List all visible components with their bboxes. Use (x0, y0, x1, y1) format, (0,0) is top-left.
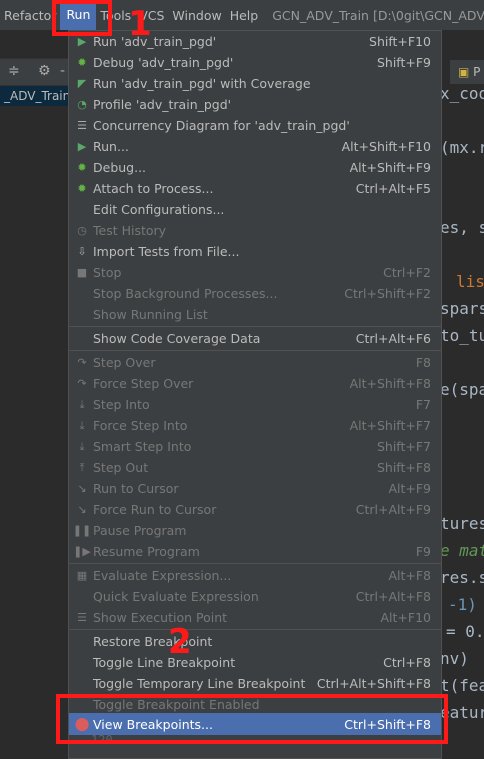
import-icon: ⇩ (77, 245, 87, 258)
annotation-box-run-menu (52, 0, 112, 36)
resume-icon: ❚▶ (73, 545, 91, 558)
annotation-number-2: 2 (168, 622, 192, 662)
stop-icon: ■ (76, 266, 88, 279)
python-file-icon: ▣ (458, 65, 470, 79)
code-line: t(fea (440, 676, 484, 695)
menu-item-step-out[interactable]: ⤒ Step Out Shift+F8 (69, 457, 441, 478)
step-out-icon: ⤒ (79, 460, 85, 474)
menu-item-restore-breakpoint[interactable]: Restore Breakpoint (69, 631, 441, 652)
menu-item-debug[interactable]: ✹ Debug... Alt+Shift+F9 (69, 157, 441, 178)
gear-icon[interactable]: ⚙ (38, 63, 51, 79)
menu-item-debug-config[interactable]: ✹ Debug 'adv_train_pgd' Shift+F9 (69, 52, 441, 73)
code-line: e(spa (440, 380, 484, 399)
menu-item-test-history[interactable]: ◷ Test History (69, 220, 441, 241)
smart-step-into-icon: ⤓ (79, 439, 85, 453)
code-line: tures (440, 514, 484, 533)
menu-item-stop[interactable]: ■ Stop Ctrl+F2 (69, 262, 441, 283)
code-line: lis (456, 272, 484, 291)
menu-item-attach[interactable]: ✹ Attach to Process... Ctrl+Alt+F5 (69, 178, 441, 199)
menu-item-import-tests[interactable]: ⇩ Import Tests from File... (69, 241, 441, 262)
menu-item-edit-configurations[interactable]: Edit Configurations... (69, 199, 441, 220)
step-into-icon: ⤓ (79, 397, 85, 411)
menu-separator (69, 350, 441, 351)
window-title: GCN_ADV_Train [D:\0git\GCN_ADV (272, 7, 484, 23)
debug-icon: ✹ (77, 161, 87, 174)
code-line: es, s (440, 218, 484, 237)
force-step-into-icon: ⤓ (79, 418, 85, 432)
editor-tab[interactable]: ▣ P (450, 60, 484, 84)
menu-item-pause-program[interactable]: ❚❚ Pause Program (69, 520, 441, 541)
run-to-cursor-icon: ↘ (77, 482, 87, 495)
concurrency-icon: ☰ (77, 119, 87, 132)
code-line: spars (440, 299, 484, 318)
execution-point-icon: ☰ (77, 611, 87, 624)
menu-item-profile[interactable]: ◔ Profile 'adv_train_pgd' (69, 94, 441, 115)
menu-help[interactable]: Help (226, 8, 263, 23)
menu-item-smart-step-into[interactable]: ⤓ Smart Step Into Shift+F7 (69, 436, 441, 457)
code-line: nv) (440, 649, 469, 668)
code-line: -1) (448, 595, 477, 614)
menu-item-step-into[interactable]: ⤓ Step Into F7 (69, 394, 441, 415)
code-line: res.s (440, 568, 484, 587)
menu-item-concurrency[interactable]: ☰ Concurrency Diagram for 'adv_train_pgd… (69, 115, 441, 136)
project-toolbar: ≑ ⚙ - (0, 58, 68, 86)
menu-item-force-step-into[interactable]: ⤓ Force Step Into Alt+Shift+F7 (69, 415, 441, 436)
project-tree-item[interactable]: _ADV_Train (0, 86, 72, 106)
run-menu: ▶ Run 'adv_train_pgd' Shift+F10 ✹ Debug … (68, 30, 442, 759)
history-icon: ◷ (77, 224, 87, 237)
code-line: (mx.r (440, 138, 484, 157)
menu-item-show-coverage[interactable]: Show Code Coverage Data Ctrl+Alt+F6 (69, 328, 441, 349)
force-run-to-cursor-icon: ↘ (77, 503, 87, 516)
menu-item-resume-program[interactable]: ❚▶ Resume Program F9 (69, 541, 441, 562)
evaluate-icon: ▦ (76, 569, 88, 582)
editor-tab-label: P (473, 65, 481, 79)
code-line: to_tu (440, 326, 484, 345)
menu-item-run[interactable]: ▶ Run... Alt+Shift+F10 (69, 136, 441, 157)
pause-icon: ❚❚ (72, 524, 92, 537)
hide-icon[interactable]: - (60, 63, 65, 79)
menu-item-evaluate-expression[interactable]: ▦ Evaluate Expression... Alt+F8 (69, 565, 441, 586)
force-step-over-icon: ↷ (77, 377, 87, 390)
annotation-number-1: 1 (128, 4, 152, 44)
menu-item-show-running-list[interactable]: Show Running List (69, 304, 441, 325)
menu-separator (69, 326, 441, 327)
menu-item-quick-evaluate[interactable]: Quick Evaluate Expression Ctrl+Alt+F8 (69, 586, 441, 607)
menu-item-force-run-to-cursor[interactable]: ↘ Force Run to Cursor Ctrl+Alt+F9 (69, 499, 441, 520)
menu-window[interactable]: Window (168, 8, 225, 23)
menu-item-show-execution-point[interactable]: ☰ Show Execution Point Alt+F10 (69, 607, 441, 628)
menu-item-toggle-line-breakpoint[interactable]: Toggle Line Breakpoint Ctrl+F8 (69, 652, 441, 673)
menu-item-stop-background[interactable]: Stop Background Processes... Ctrl+Shift+… (69, 283, 441, 304)
code-line: e mat (440, 541, 484, 560)
menu-item-run-to-cursor[interactable]: ↘ Run to Cursor Alt+F9 (69, 478, 441, 499)
code-line: x_coo (440, 84, 484, 103)
step-over-icon: ↷ (77, 356, 87, 369)
menu-item-force-step-over[interactable]: ↷ Force Step Over Alt+Shift+F8 (69, 373, 441, 394)
attach-icon: ✹ (77, 182, 87, 195)
run-icon: ▶ (77, 35, 87, 48)
debug-icon: ✹ (77, 56, 87, 69)
menu-item-run-config[interactable]: ▶ Run 'adv_train_pgd' Shift+F10 (69, 31, 441, 52)
profile-icon: ◔ (77, 98, 87, 111)
code-line: = 0. (446, 622, 484, 641)
coverage-icon: ◤ (77, 77, 87, 90)
menu-item-toggle-temporary-breakpoint[interactable]: Toggle Temporary Line Breakpoint Ctrl+Al… (69, 673, 441, 694)
menu-separator (69, 629, 441, 630)
menu-separator (69, 563, 441, 564)
run-icon: ▶ (77, 140, 87, 153)
menu-item-run-coverage[interactable]: ◤ Run 'adv_train_pgd' with Coverage (69, 73, 441, 94)
menu-item-step-over[interactable]: ↷ Step Over F8 (69, 352, 441, 373)
annotation-box-view-breakpoints (56, 694, 448, 744)
collapse-icon[interactable]: ≑ (8, 63, 20, 79)
